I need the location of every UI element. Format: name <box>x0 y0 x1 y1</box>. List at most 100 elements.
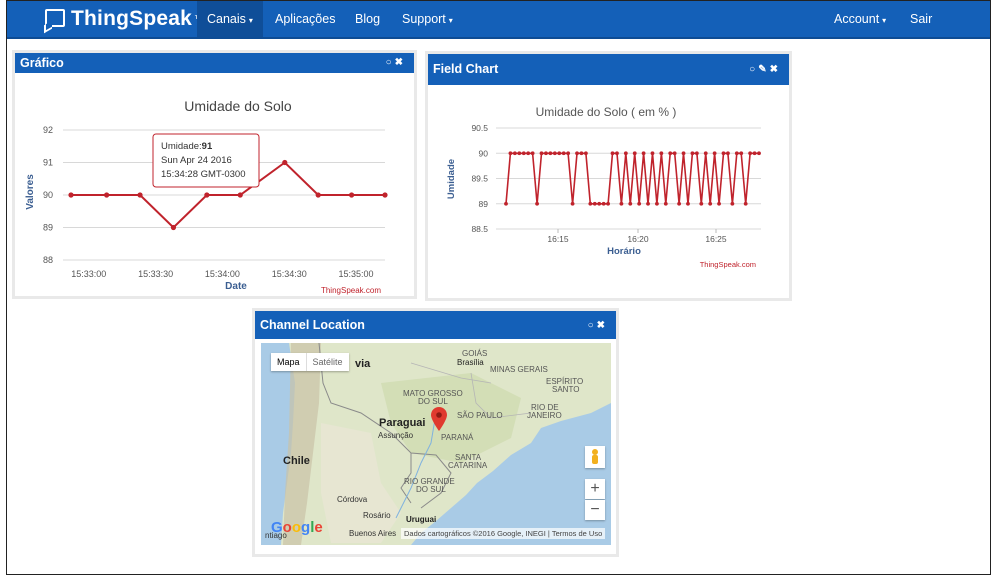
close-icon[interactable]: ✖ <box>597 320 608 331</box>
x-tick-label: 15:33:30 <box>138 269 173 279</box>
google-logo: Google <box>271 519 323 536</box>
map-label: SANTO <box>552 385 580 394</box>
comment-icon[interactable]: ○ <box>749 64 758 75</box>
data-point <box>712 151 717 156</box>
comment-icon[interactable]: ○ <box>588 320 597 331</box>
y-axis-label: Umidade <box>446 159 457 199</box>
speech-bubble-icon <box>45 9 65 27</box>
panel-field-header: Field Chart ○✎✖ <box>428 54 789 85</box>
nav-sair[interactable]: Sair <box>900 1 942 37</box>
data-point <box>757 151 761 156</box>
chevron-down-icon: ▾ <box>448 16 453 25</box>
data-point <box>526 151 531 156</box>
comment-icon[interactable]: ○ <box>386 57 395 68</box>
data-point <box>734 151 739 156</box>
map-label: Rosário <box>363 511 391 520</box>
map-pin-icon[interactable] <box>431 407 447 431</box>
map-label: PARANÁ <box>441 433 474 442</box>
nav-sair-label: Sair <box>910 12 933 26</box>
y-tick-label: 88 <box>43 255 53 265</box>
map-label: MINAS GERAIS <box>490 365 548 374</box>
map-label: via <box>355 358 371 370</box>
panel-location-header: Channel Location ○✖ <box>255 311 616 339</box>
data-point <box>694 151 699 156</box>
data-point <box>583 151 588 156</box>
pencil-icon[interactable]: ✎ <box>758 64 769 75</box>
x-tick-label: 15:34:30 <box>272 269 307 279</box>
data-point <box>610 151 615 156</box>
data-point <box>686 201 690 206</box>
zoom-out-button[interactable]: − <box>585 500 605 520</box>
zoom-in-button[interactable]: + <box>585 479 605 499</box>
map-type-satellite[interactable]: Satélite <box>305 353 349 371</box>
chart-title: Umidade do Solo <box>184 98 292 114</box>
chevron-down-icon: ▾ <box>882 16 887 25</box>
data-point <box>623 151 628 156</box>
chevron-down-icon: ▾ <box>248 16 253 25</box>
data-point <box>752 151 757 156</box>
data-point <box>170 224 177 231</box>
nav-aplicacoes[interactable]: Aplicações <box>265 1 345 37</box>
data-point <box>237 192 243 198</box>
watermark: ThingSpeak.com <box>321 286 381 295</box>
data-point <box>504 201 508 206</box>
data-point <box>588 201 593 206</box>
map-type-map[interactable]: Mapa <box>271 353 306 371</box>
nav-blog[interactable]: Blog <box>345 1 390 37</box>
data-point <box>668 151 673 156</box>
chart-grafico-area: Umidade do Solo 88 89 90 91 92 15:33:00 15:33:3… <box>15 83 414 296</box>
data-point <box>646 201 650 206</box>
panel-title: Gráfico <box>20 56 64 70</box>
google-map[interactable]: Mapa Satélite GOIÁS via Brasília MINAS G… <box>261 343 611 545</box>
nav-canais[interactable]: Canais ▾ <box>197 1 263 37</box>
data-point <box>561 151 566 156</box>
chart-title: Umidade do Solo ( em % ) <box>536 105 677 119</box>
data-point <box>530 151 535 156</box>
map-type-control[interactable]: Mapa Satélite <box>271 353 349 371</box>
brand-logo[interactable]: ThingSpeak ™ <box>45 7 204 31</box>
data-point <box>672 151 677 156</box>
data-point <box>521 151 526 156</box>
tooltip-label: Umidade:91 <box>161 141 213 152</box>
x-tick-label: 15:35:00 <box>339 269 374 279</box>
nav-account[interactable]: Account ▾ <box>824 1 896 37</box>
y-tick-label: 89 <box>43 223 53 233</box>
data-point <box>68 192 74 198</box>
data-point <box>517 151 522 156</box>
tooltip-date: Sun Apr 24 2016 <box>161 155 232 166</box>
data-point <box>628 201 633 206</box>
x-tick-label: 16:15 <box>547 234 569 244</box>
data-point <box>601 201 606 206</box>
close-icon[interactable]: ✖ <box>770 64 781 75</box>
data-point <box>663 201 668 206</box>
data-point <box>721 151 726 156</box>
data-point <box>597 201 602 206</box>
map-label: JANEIRO <box>527 411 562 420</box>
y-tick-label: 90 <box>43 190 53 200</box>
pegman-icon[interactable] <box>585 446 605 468</box>
data-point <box>348 192 355 198</box>
data-point <box>548 151 553 156</box>
map-label: SÃO PAULO <box>457 411 503 420</box>
panel-icons[interactable]: ○✎✖ <box>749 64 781 75</box>
data-point <box>539 151 544 156</box>
watermark: ThingSpeak.com <box>700 260 756 269</box>
map-label: GOIÁS <box>462 349 488 358</box>
brand-name: ThingSpeak <box>71 7 193 30</box>
tooltip-value: 91 <box>202 141 213 152</box>
data-point <box>575 151 579 156</box>
nav-support[interactable]: Support ▾ <box>392 1 463 37</box>
nav-blog-label: Blog <box>355 12 381 26</box>
data-point <box>544 151 548 156</box>
data-point <box>137 192 143 198</box>
data-point <box>730 201 735 206</box>
data-point <box>508 151 513 156</box>
close-icon[interactable]: ✖ <box>395 57 406 68</box>
panel-icons[interactable]: ○✖ <box>386 57 406 68</box>
nav-aplicacoes-label: Aplicações <box>275 12 336 26</box>
panel-icons[interactable]: ○✖ <box>588 320 608 331</box>
panel-title: Channel Location <box>260 318 365 332</box>
map-attribution[interactable]: Dados cartográficos ©2016 Google, INEGI … <box>401 528 606 539</box>
data-point <box>619 201 624 206</box>
data-point <box>659 151 664 156</box>
